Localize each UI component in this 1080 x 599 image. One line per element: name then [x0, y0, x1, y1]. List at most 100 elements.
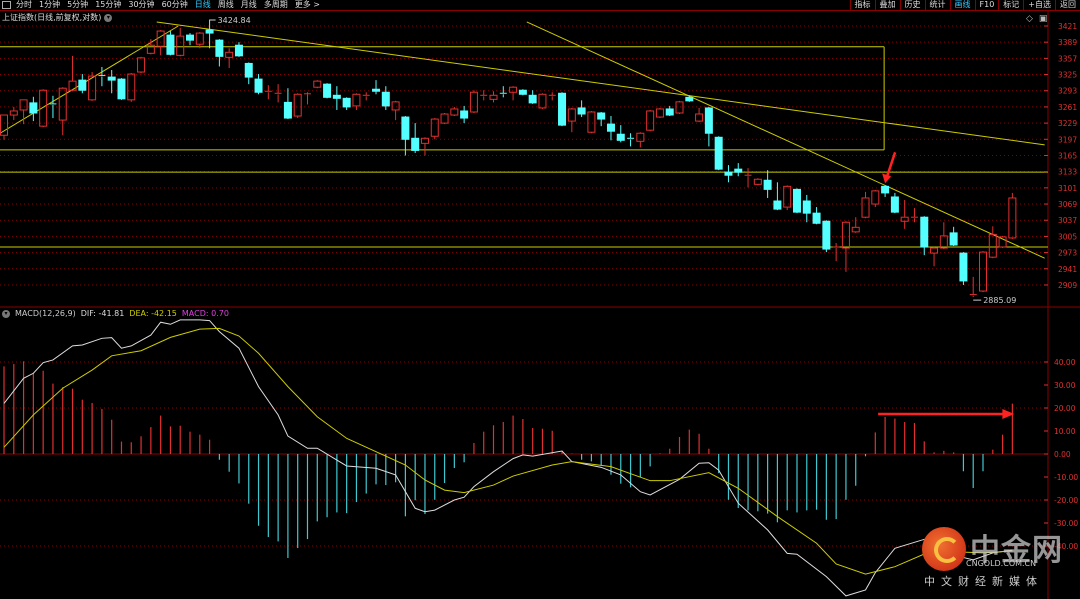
price-tick-label: 3197 [1058, 135, 1077, 144]
candle-up [538, 93, 547, 109]
candle-up [352, 93, 361, 107]
candle-down [186, 34, 195, 41]
period-tab-5[interactable]: 60分钟 [162, 0, 188, 10]
price-tick-label: 3037 [1058, 216, 1077, 225]
candle-down [734, 168, 743, 173]
candle-up [58, 87, 67, 121]
candle-down [381, 91, 390, 107]
candle-up [450, 108, 459, 116]
candle-down [411, 137, 420, 151]
candle-down [342, 97, 351, 108]
candle-down [812, 212, 821, 224]
candle-down [704, 107, 713, 134]
candle-down [558, 92, 567, 126]
macd-legend: ▾ MACD(12,26,9) DIF: -41.81 DEA: -42.15 … [2, 309, 229, 318]
chart-corner-icons: ◇ ▣ [1026, 14, 1047, 24]
period-tab-10[interactable]: 更多 > [295, 0, 320, 10]
candle-up [440, 113, 449, 124]
panel-toggle-icon[interactable]: ▣ [1039, 14, 1048, 24]
macd-histogram [3, 361, 1013, 558]
toolbar-button-0[interactable]: 指标 [849, 0, 875, 10]
candle-up [19, 99, 28, 111]
candle-down [518, 89, 527, 95]
candle-down [890, 196, 899, 213]
candle-down [685, 96, 694, 102]
chart-title: 上证指数(日线,前复权,对数) ▾ [2, 12, 113, 23]
trendline [526, 21, 1045, 259]
candle-down [724, 171, 733, 176]
price-tick-label: 2941 [1058, 265, 1077, 274]
instrument-title: 上证指数(日线,前复权,对数) [2, 13, 102, 22]
candle-down [959, 252, 968, 282]
macd-tick-label: 10.00 [1054, 427, 1076, 436]
candle-down [792, 188, 801, 213]
candle-down [577, 107, 586, 115]
macd-name: MACD(12,26,9) [15, 309, 76, 318]
trendline [156, 21, 1045, 146]
price-tick-label: 3005 [1058, 232, 1077, 241]
period-tab-6[interactable]: 日线 [195, 0, 211, 10]
candle-up [636, 132, 645, 142]
macd-tick-label: -10.00 [1054, 473, 1078, 482]
macd-gridlines [0, 361, 1048, 547]
candle-up [509, 86, 518, 93]
macd-tick-label: -20.00 [1054, 496, 1078, 505]
chevron-down-icon[interactable]: ▾ [104, 13, 113, 22]
period-tab-3[interactable]: 15分钟 [95, 0, 121, 10]
toolbar-button-5[interactable]: F10 [974, 0, 999, 10]
candle-up [695, 113, 704, 122]
candle-down [323, 83, 332, 98]
candlestick-series [0, 23, 1017, 298]
candle-up [225, 51, 234, 58]
layout-toggle-icon[interactable] [2, 1, 11, 9]
toolbar-button-1[interactable]: 叠加 [874, 0, 900, 10]
candle-up [9, 110, 18, 116]
price-tick-label: 3389 [1058, 38, 1077, 47]
right-toolbar: 指标 叠加 历史 统计 画线 F10 标记 +自选 返回 [849, 0, 1080, 10]
macd-tick-label: 30.00 [1054, 381, 1076, 390]
period-tab-9[interactable]: 多周期 [264, 0, 288, 10]
red-arrowhead-icon [882, 173, 892, 184]
candle-down [714, 136, 723, 170]
candle-down [29, 102, 38, 114]
period-tab-0[interactable]: 分时 [16, 0, 32, 10]
macd-tick-label: 40.00 [1054, 358, 1076, 367]
toolbar-button-2[interactable]: 历史 [899, 0, 925, 10]
diamond-icon[interactable]: ◇ [1026, 14, 1033, 24]
candle-down [254, 78, 263, 93]
price-tick-label: 3165 [1058, 151, 1077, 160]
price-tick-label: 2909 [1058, 281, 1077, 290]
chevron-down-icon[interactable]: ▾ [2, 309, 10, 318]
candle-up [195, 32, 204, 45]
candle-up [851, 226, 860, 233]
period-tab-1[interactable]: 1分钟 [39, 0, 60, 10]
candle-up [753, 178, 762, 185]
candle-up [646, 110, 655, 131]
dea-line [3, 327, 1013, 575]
period-tab-4[interactable]: 30分钟 [128, 0, 154, 10]
price-tick-label: 3357 [1058, 54, 1077, 63]
toolbar-button-3[interactable]: 统计 [924, 0, 950, 10]
period-tab-2[interactable]: 5分钟 [67, 0, 88, 10]
low-price-label: 2885.09 [983, 296, 1016, 305]
period-tab-7[interactable]: 周线 [218, 0, 234, 10]
period-tab-8[interactable]: 月线 [241, 0, 257, 10]
candle-down [117, 78, 126, 100]
price-tick-label: 3101 [1058, 184, 1077, 193]
toolbar-button-4[interactable]: 画线 [949, 0, 975, 10]
candle-down [802, 200, 811, 214]
candle-down [763, 179, 772, 190]
candle-down [597, 112, 606, 120]
candle-up [567, 108, 576, 122]
toolbar-button-7[interactable]: +自选 [1023, 0, 1055, 10]
toolbar-button-6[interactable]: 标记 [998, 0, 1023, 10]
price-gridlines [0, 11, 1080, 599]
chart-canvas[interactable]: 3421 3389 3357 3325 3293 3261 3229 3197 3165 3133… [0, 0, 1080, 599]
macd-tick-label: 20.00 [1054, 404, 1076, 413]
candle-down [616, 133, 625, 141]
candle-down [332, 94, 341, 99]
price-tick-label: 3229 [1058, 119, 1077, 128]
toolbar-button-8[interactable]: 返回 [1055, 0, 1080, 10]
candle-up [430, 118, 439, 137]
candle-down [166, 34, 175, 55]
